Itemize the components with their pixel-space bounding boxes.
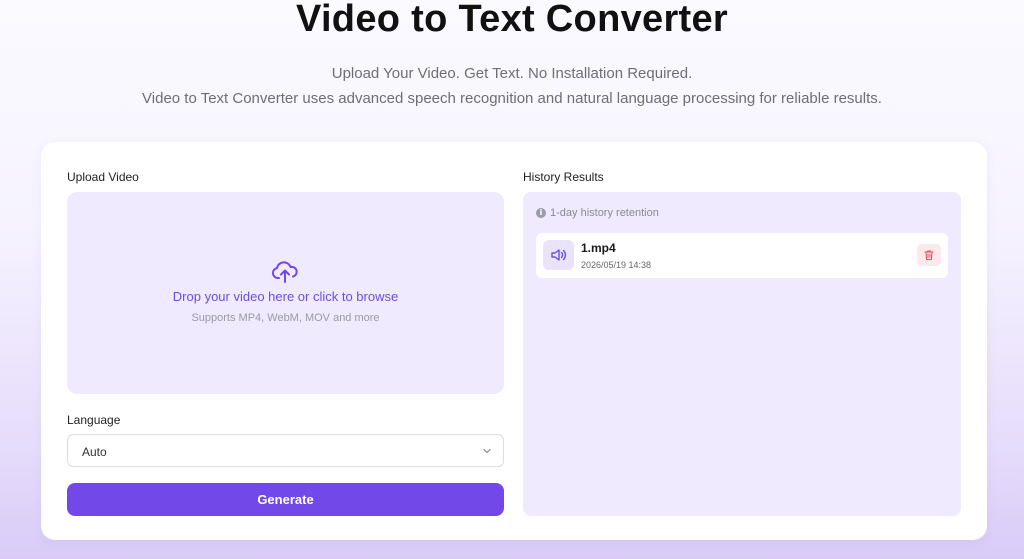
language-select[interactable]: Auto — [67, 434, 504, 467]
history-item-name: 1.mp4 — [581, 241, 616, 255]
page-subtitle: Upload Your Video. Get Text. No Installa… — [331, 65, 693, 82]
dropzone-hint: Supports MP4, WebM, MOV and more — [191, 312, 380, 324]
history-item-date: 2026/05/19 14:38 — [581, 260, 652, 270]
cloud-upload-icon — [271, 261, 298, 283]
delete-button[interactable] — [917, 244, 941, 266]
dropzone-title: Drop your video here or click to browse — [172, 289, 399, 304]
audio-icon-box — [543, 240, 574, 270]
video-dropzone[interactable]: Drop your video here or click to browse … — [67, 192, 504, 394]
upload-video-label: Upload Video — [67, 170, 139, 184]
chevron-down-icon — [483, 448, 491, 454]
generate-button[interactable]: Generate — [67, 483, 504, 516]
history-results-label: History Results — [523, 170, 604, 184]
page-description: Video to Text Converter uses advanced sp… — [142, 90, 882, 107]
retention-text: 1-day history retention — [550, 207, 659, 219]
language-selected-value: Auto — [82, 445, 107, 459]
trash-icon — [924, 250, 934, 261]
language-label: Language — [67, 413, 121, 427]
page-title: Video to Text Converter — [295, 0, 729, 40]
info-icon: i — [536, 208, 546, 218]
retention-note: i 1-day history retention — [536, 207, 659, 219]
history-item[interactable]: 1.mp4 2026/05/19 14:38 — [536, 233, 948, 278]
history-panel: i 1-day history retention 1.mp4 2026/05/… — [523, 192, 961, 516]
converter-card: Upload Video Drop your video here or cli… — [41, 142, 987, 540]
speaker-icon — [551, 249, 567, 261]
